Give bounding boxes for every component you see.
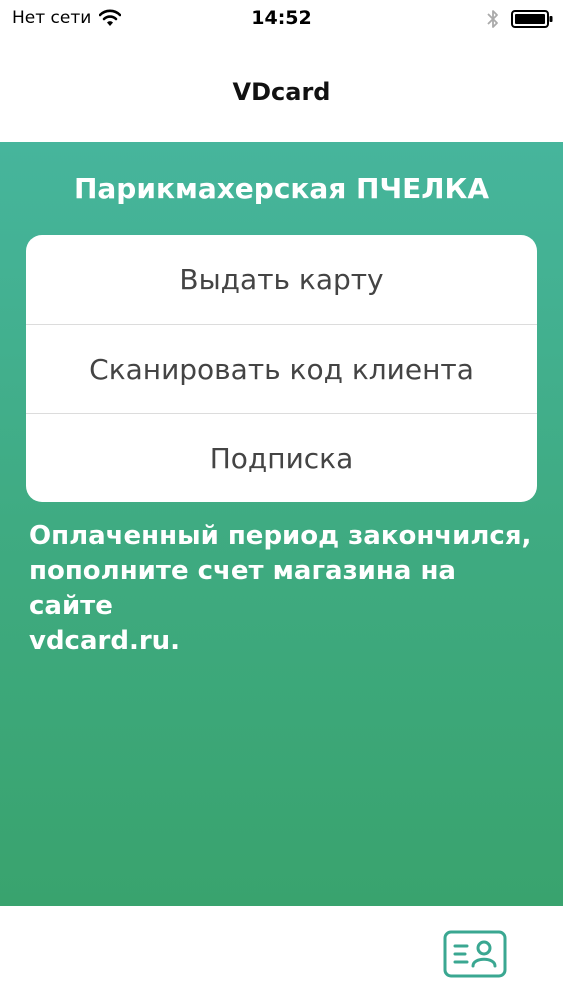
app-title: VDcard [232, 78, 331, 106]
scan-client-code-button[interactable]: Сканировать код клиента [26, 324, 537, 413]
client-card-button[interactable] [443, 930, 507, 978]
status-bar: Нет сети 14:52 [0, 0, 563, 40]
status-right [487, 8, 553, 30]
bluetooth-icon [487, 8, 499, 30]
client-card-icon [443, 930, 507, 978]
main-content: Парикмахерская ПЧЕЛКА Выдать карту Скани… [0, 142, 563, 906]
navigation-bar: VDcard [0, 40, 563, 142]
shop-title: Парикмахерская ПЧЕЛКА [73, 172, 490, 205]
tab-bar [0, 906, 563, 1000]
payment-expired-notice: Оплаченный период закончился, пополните … [29, 521, 532, 656]
issue-card-button[interactable]: Выдать карту [26, 235, 537, 324]
subscription-button[interactable]: Подписка [26, 413, 537, 502]
battery-icon [511, 9, 553, 29]
status-time: 14:52 [251, 7, 312, 29]
action-menu: Выдать карту Сканировать код клиента Под… [26, 235, 537, 502]
